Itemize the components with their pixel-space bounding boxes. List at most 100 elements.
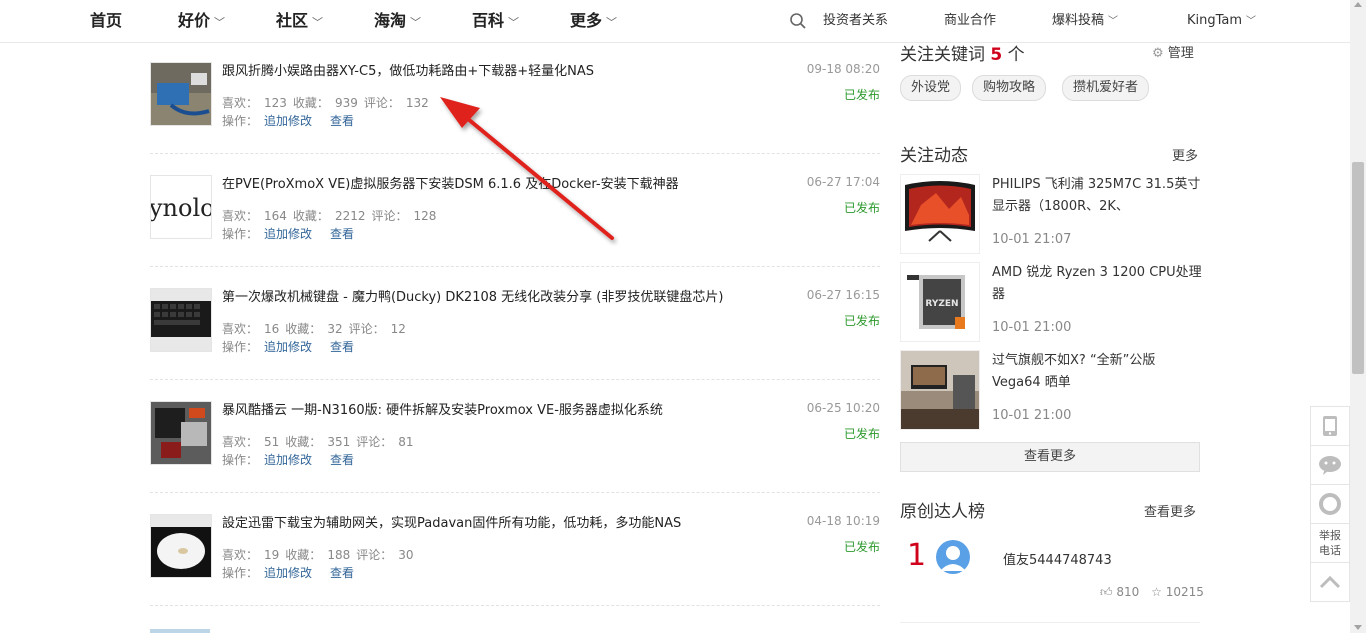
- keywords-title-text: 关注关键词: [900, 45, 985, 65]
- ops-label: 操作：: [222, 227, 259, 241]
- chevron-down-icon: ﹀: [1246, 16, 1257, 27]
- view-link[interactable]: 查看: [330, 114, 354, 128]
- ranking-user-name[interactable]: 值友5444748743: [1003, 549, 1112, 568]
- favs-count: 32: [327, 322, 343, 336]
- keywords-title: 关注关键词 5 个: [900, 40, 1025, 65]
- ranking-title: 原创达人榜: [900, 502, 985, 522]
- article-thumbnail[interactable]: [150, 288, 212, 352]
- likes-label: 喜欢：: [222, 548, 259, 562]
- keywords-manage-button[interactable]: ⚙ 管理: [1152, 42, 1194, 61]
- article-ops: 操作： 追加修改 查看: [222, 338, 366, 355]
- comments-label: 评论：: [356, 548, 393, 562]
- ranking-stars: 10215: [1165, 585, 1204, 599]
- feed-item[interactable]: RYZEN AMD 锐龙 Ryzen 3 1200 CPU处理器 10-01 2…: [900, 262, 1202, 346]
- nav-community[interactable]: 社区 ﹀: [276, 0, 323, 42]
- edit-link[interactable]: 追加修改: [264, 114, 312, 128]
- likes-count: 16: [264, 322, 280, 336]
- article-title[interactable]: 跟风折腾小娱路由器XY-C5，做低功耗路由+下载器+轻量化NAS: [222, 60, 594, 79]
- nav-wiki[interactable]: 百科 ﹀: [472, 0, 519, 42]
- article-thumbnail[interactable]: [150, 514, 212, 578]
- feed-thumbnail[interactable]: RYZEN: [900, 262, 980, 342]
- article-stats: 喜欢： 51 收藏： 351 评论： 81: [222, 433, 420, 450]
- nav-investor-relations[interactable]: 投资者关系: [823, 0, 895, 42]
- edit-link[interactable]: 追加修改: [264, 453, 312, 467]
- feed-item-title[interactable]: PHILIPS 飞利浦 325M7C 31.5英寸显示器（1800R、2K、: [992, 174, 1202, 218]
- thumbs-up-icon: 👍︎: [1100, 585, 1113, 599]
- view-link[interactable]: 查看: [330, 227, 354, 241]
- feed-see-more-button[interactable]: 查看更多: [900, 442, 1200, 472]
- tag-label: 外设党: [911, 80, 951, 95]
- keyword-tag[interactable]: 购物攻略: [972, 75, 1047, 101]
- article-title[interactable]: 設定迅雷下载宝为辅助网关，实现Padavan固件所有功能，低功耗，多功能NAS: [222, 512, 681, 531]
- article-item: ynolo 在PVE(ProXmoX VE)虚拟服务器下安装DSM 6.1.6 及…: [150, 155, 880, 267]
- comments-label: 评论：: [356, 435, 393, 449]
- nav-business[interactable]: 商业合作: [944, 0, 996, 42]
- scroll-down-arrow-icon[interactable]: [1354, 625, 1362, 630]
- comments-label: 评论：: [348, 322, 385, 336]
- article-title[interactable]: 暴风酷播云 一期-N3160版: 硬件拆解及安装Proxmox VE-服务器虚拟…: [222, 399, 663, 418]
- wechat-icon: [1319, 456, 1341, 475]
- nav-label: 商业合作: [944, 13, 997, 28]
- feed-thumbnail[interactable]: [900, 350, 980, 430]
- nav-haitao[interactable]: 海淘 ﹀: [374, 0, 421, 42]
- likes-label: 喜欢：: [222, 322, 259, 336]
- avatar[interactable]: [935, 539, 971, 575]
- favs-label: 收藏：: [292, 96, 329, 110]
- favs-count: 351: [327, 435, 351, 449]
- article-thumbnail[interactable]: [150, 629, 210, 633]
- view-link[interactable]: 查看: [330, 340, 354, 354]
- keyword-tag[interactable]: 攒机爱好者: [1062, 75, 1150, 101]
- likes-label: 喜欢：: [222, 96, 259, 110]
- article-thumbnail[interactable]: [150, 401, 212, 465]
- report-phone-button[interactable]: 举报 电话: [1310, 523, 1350, 563]
- feed-item-title[interactable]: AMD 锐龙 Ryzen 3 1200 CPU处理器: [992, 262, 1202, 306]
- comments-label: 评论：: [371, 209, 408, 223]
- scroll-up-arrow-icon[interactable]: [1354, 2, 1362, 7]
- keyword-tag[interactable]: 外设党: [900, 75, 962, 101]
- feed-more-link[interactable]: 更多: [1172, 145, 1198, 164]
- help-button[interactable]: [1310, 484, 1350, 524]
- article-ops: 操作： 追加修改 查看: [222, 451, 366, 468]
- feed-thumbnail[interactable]: [900, 174, 980, 254]
- likes-count: 164: [264, 209, 287, 223]
- nav-label: KingTam: [1187, 13, 1243, 28]
- article-thumbnail[interactable]: ynolo: [150, 175, 212, 239]
- back-to-top-button[interactable]: [1310, 562, 1350, 602]
- nav-submit[interactable]: 爆料投稿 ﹀: [1052, 0, 1118, 42]
- wechat-button[interactable]: [1310, 445, 1350, 485]
- keywords-manage-label: 管理: [1167, 46, 1194, 61]
- report-phone-label: 举报 电话: [1319, 529, 1341, 557]
- nav-more[interactable]: 更多 ﹀: [570, 0, 617, 42]
- article-status: 已发布: [843, 314, 880, 328]
- feed-item[interactable]: PHILIPS 飞利浦 325M7C 31.5英寸显示器（1800R、2K、 1…: [900, 174, 1200, 258]
- edit-link[interactable]: 追加修改: [264, 566, 312, 580]
- nav-deals[interactable]: 好价 ﹀: [178, 0, 225, 42]
- gear-icon: ⚙: [1152, 46, 1164, 61]
- feed-item[interactable]: 过气旗舰不如X? “全新”公版Vega64 晒单 10-01 21:00: [900, 350, 1200, 434]
- comments-count: 128: [413, 209, 437, 223]
- chevron-down-icon: ﹀: [410, 16, 422, 29]
- article-divider: [150, 153, 880, 154]
- view-link[interactable]: 查看: [330, 453, 354, 467]
- nav-home[interactable]: 首页: [90, 0, 122, 42]
- article-title[interactable]: 在PVE(ProXmoX VE)虚拟服务器下安装DSM 6.1.6 及在Dock…: [222, 173, 679, 192]
- view-link[interactable]: 查看: [330, 566, 354, 580]
- edit-link[interactable]: 追加修改: [264, 227, 312, 241]
- nav-user[interactable]: KingTam ﹀: [1187, 0, 1256, 42]
- feed-item-title[interactable]: 过气旗舰不如X? “全新”公版Vega64 晒单: [992, 350, 1202, 394]
- mobile-app-button[interactable]: [1310, 406, 1350, 446]
- chevron-up-icon: [1319, 575, 1341, 589]
- likes-count: 51: [264, 435, 280, 449]
- ranking-more-link[interactable]: 查看更多: [1144, 501, 1196, 520]
- search-icon[interactable]: [789, 12, 807, 30]
- nav-label: 社区: [276, 11, 309, 30]
- article-thumbnail[interactable]: [150, 62, 212, 126]
- ryzen-logo-text: RYZEN: [925, 299, 958, 309]
- feed-title: 关注动态: [900, 146, 968, 166]
- article-title[interactable]: 第一次爆改机械键盘 - 魔力鸭(Ducky) DK2108 无线化改装分享 (非…: [222, 286, 723, 305]
- ops-label: 操作：: [222, 566, 259, 580]
- comments-count: 12: [390, 322, 406, 336]
- article-divider: [150, 379, 880, 380]
- scrollbar-thumb[interactable]: [1352, 162, 1364, 374]
- edit-link[interactable]: 追加修改: [264, 340, 312, 354]
